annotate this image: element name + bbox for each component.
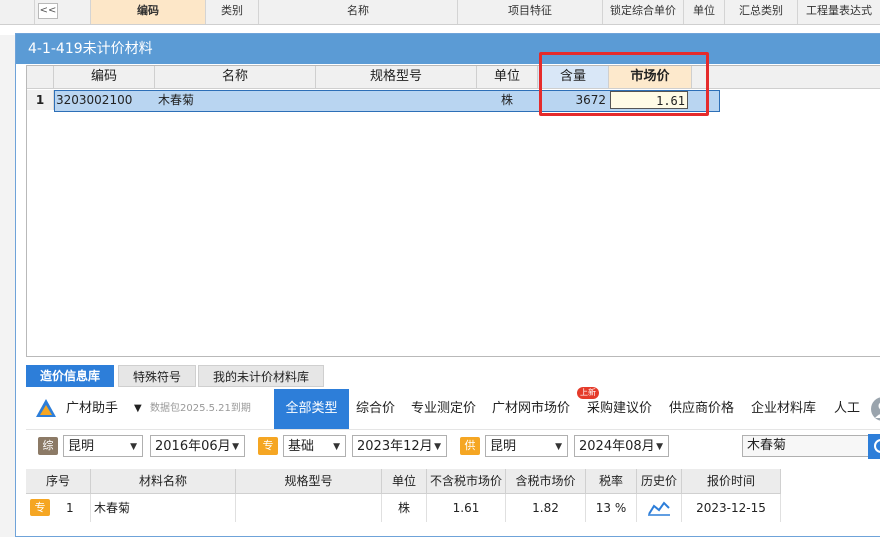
material-search-input[interactable]: 木春菊 (742, 435, 880, 457)
res-col-unit[interactable]: 单位 (382, 469, 427, 494)
tab-special-symbols[interactable]: 特殊符号 (118, 365, 196, 387)
tag-professional-badge: 专 (30, 499, 50, 516)
type-select[interactable]: 基础▼ (283, 435, 346, 457)
res-cell-price-inc-tax[interactable]: 1.82 (506, 494, 586, 522)
unpriced-material-dialog: 4-1-419未计价材料 编码 名称 规格型号 单位 含量 市场价 1 3203… (15, 33, 880, 537)
col-spec[interactable]: 规格型号 (316, 66, 477, 89)
tag-professional: 专 (258, 437, 278, 455)
chevron-down-icon: ▼ (434, 436, 441, 458)
brand-name: 广材助手 (66, 397, 118, 421)
col-header-quantity-expr[interactable]: 工程量表达式 (798, 0, 880, 24)
col-header-locked-price[interactable]: 锁定综合单价 (603, 0, 684, 24)
filter-bar: 综 昆明▼ 2016年06月▼ 专 基础▼ 2023年12月▼ 供 昆明▼ 20… (26, 431, 880, 463)
chevron-down-icon: ▼ (232, 436, 239, 458)
res-cell-price-ex-tax[interactable]: 1.61 (427, 494, 506, 522)
data-pack-expiry: 数据包2025.5.21到期 (150, 397, 251, 421)
nav-market-price[interactable]: 广材网市场价 (492, 397, 570, 421)
period-select-3[interactable]: 2024年08月▼ (574, 435, 669, 457)
col-header-code[interactable]: 编码 (91, 0, 206, 24)
collapse-button[interactable]: << (38, 3, 58, 19)
col-code[interactable]: 编码 (54, 66, 155, 89)
background-grid-header: << 编码 类别 名称 项目特征 锁定综合单价 单位 汇总类别 工程量表达式 (0, 0, 880, 25)
dialog-title: 4-1-419未计价材料 (16, 34, 880, 64)
cell-spec[interactable] (316, 90, 476, 110)
guangcai-logo-icon (34, 397, 58, 421)
res-col-quote-date[interactable]: 报价时间 (682, 469, 781, 494)
res-cell-spec[interactable] (236, 494, 382, 522)
table-row[interactable]: 专 1 (26, 494, 91, 522)
chevron-down-icon: ▼ (130, 436, 137, 458)
res-col-price-ex-tax[interactable]: 不含税市场价 (427, 469, 506, 494)
row-index: 1 (27, 90, 54, 110)
col-header-name[interactable]: 名称 (259, 0, 458, 24)
nav-composite-price[interactable]: 综合价 (356, 397, 395, 421)
col-unit[interactable]: 单位 (477, 66, 538, 89)
search-button[interactable] (868, 434, 880, 459)
res-cell-quote-date[interactable]: 2023-12-15 (682, 494, 781, 522)
price-results-table: 序号 材料名称 规格型号 单位 不含税市场价 含税市场价 税率 历史价 报价时间… (26, 469, 880, 529)
chevron-down-icon: ▼ (333, 436, 340, 458)
material-table: 编码 名称 规格型号 单位 含量 市场价 1 3203002100 木春菊 株 … (26, 65, 880, 357)
res-col-spec[interactable]: 规格型号 (236, 469, 382, 494)
cell-unit[interactable]: 株 (477, 90, 537, 110)
res-cell-unit[interactable]: 株 (382, 494, 427, 522)
tab-my-materials[interactable]: 我的未计价材料库 (198, 365, 324, 387)
nav-supplier-price[interactable]: 供应商价格 (669, 397, 734, 421)
nav-all-types[interactable]: 全部类型 (274, 389, 349, 429)
res-cell-index: 1 (66, 494, 74, 522)
col-header-summary-category[interactable]: 汇总类别 (725, 0, 798, 24)
res-col-name[interactable]: 材料名称 (91, 469, 236, 494)
col-name[interactable]: 名称 (155, 66, 316, 89)
line-chart-icon (648, 500, 670, 516)
tag-composite: 综 (38, 437, 58, 455)
res-col-index[interactable]: 序号 (26, 469, 91, 494)
assistant-toolbar: 广材助手 ▼ 数据包2025.5.21到期 全部类型 综合价 专业测定价 广材网… (26, 389, 880, 430)
res-cell-name[interactable]: 木春菊 (91, 494, 236, 522)
res-cell-tax-rate[interactable]: 13 % (586, 494, 637, 522)
nav-labor[interactable]: 人工 (834, 397, 860, 421)
history-chart-button[interactable] (637, 494, 682, 522)
col-header-unit[interactable]: 单位 (684, 0, 725, 24)
chevron-down-icon: ▼ (555, 436, 562, 458)
cell-code[interactable]: 3203002100 (56, 90, 154, 110)
tab-price-library[interactable]: 造价信息库 (26, 365, 114, 387)
city-select-3[interactable]: 昆明▼ (485, 435, 568, 457)
nav-professional-price[interactable]: 专业测定价 (411, 397, 476, 421)
res-col-price-inc-tax[interactable]: 含税市场价 (506, 469, 586, 494)
col-header-category[interactable]: 类别 (206, 0, 259, 24)
res-col-history[interactable]: 历史价 (637, 469, 682, 494)
cell-name[interactable]: 木春菊 (158, 90, 315, 110)
tag-supplier: 供 (460, 437, 480, 455)
period-select-1[interactable]: 2016年06月▼ (150, 435, 245, 457)
res-col-tax-rate[interactable]: 税率 (586, 469, 637, 494)
col-header-feature[interactable]: 项目特征 (458, 0, 603, 24)
new-badge: 上新 (577, 387, 599, 399)
brand-dropdown-icon[interactable]: ▼ (134, 397, 142, 421)
period-select-2[interactable]: 2023年12月▼ (352, 435, 447, 457)
nav-purchase-price[interactable]: 采购建议价 (587, 397, 652, 421)
city-select-1[interactable]: 昆明▼ (63, 435, 143, 457)
search-icon (868, 434, 880, 459)
chevron-down-icon: ▼ (656, 436, 663, 458)
highlight-box (539, 52, 709, 116)
user-avatar-icon[interactable] (870, 395, 880, 423)
nav-enterprise-library[interactable]: 企业材料库 (751, 397, 816, 421)
